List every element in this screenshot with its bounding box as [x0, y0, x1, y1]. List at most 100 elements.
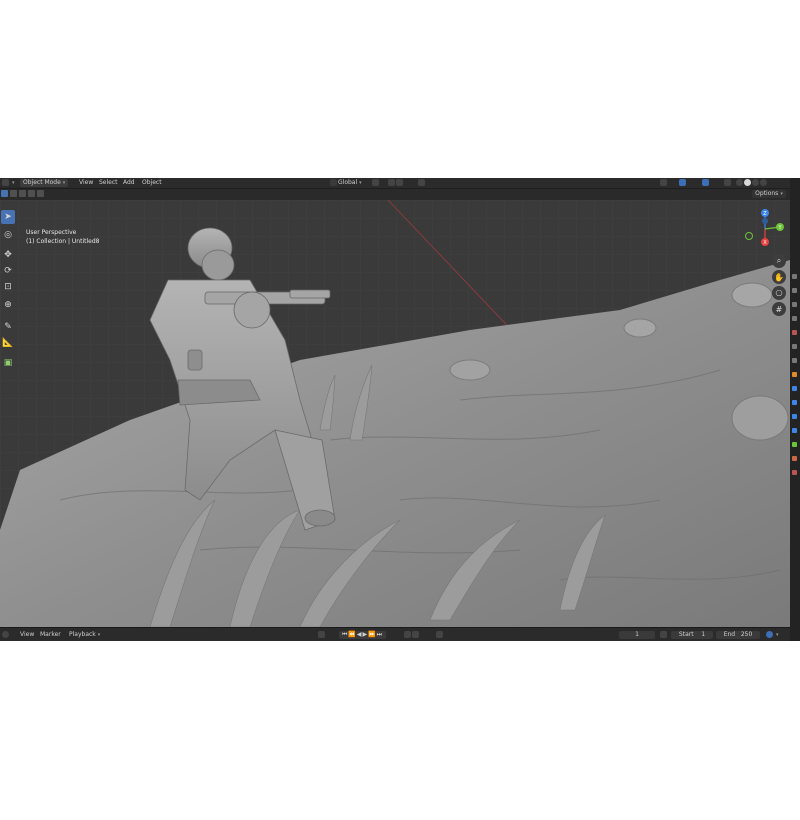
end-label: End	[723, 631, 736, 638]
tool-tab-icon[interactable]	[792, 274, 797, 279]
menu-object[interactable]: Object	[142, 179, 162, 187]
view-layer-tab-icon[interactable]	[792, 316, 797, 321]
mode-dropdown[interactable]: Object Mode ▾	[20, 179, 69, 187]
chevron-down-icon: ▾	[97, 632, 101, 638]
gizmo-z-label: Z	[763, 211, 767, 217]
pivot-icon	[372, 179, 379, 186]
world-tab-icon[interactable]	[792, 344, 797, 349]
select-subtract-icon[interactable]	[19, 190, 26, 197]
wireframe-icon[interactable]	[736, 179, 743, 186]
cube-icon	[2, 179, 9, 186]
transform-icon: ⊕	[4, 300, 12, 310]
proportional-edit-toggle[interactable]	[418, 179, 426, 187]
chevron-down-icon: ▾	[780, 191, 783, 197]
chevron-down-icon: ▾	[12, 180, 15, 186]
camera-view-button[interactable]: ⎔	[772, 286, 786, 300]
physics-tab-icon[interactable]	[792, 414, 797, 419]
next-keyframe-icon[interactable]: ⏩	[368, 631, 376, 638]
viewport-info: User Perspective (1) Collection | Untitl…	[26, 228, 99, 246]
render-tab-icon[interactable]	[792, 288, 797, 293]
overlay-icon	[702, 179, 709, 186]
blender-window: ▾ Object Mode ▾ View Select Add Object Gl…	[0, 178, 800, 641]
select-extend-icon[interactable]	[10, 190, 17, 197]
magnifier-icon: ⌕	[776, 256, 782, 265]
select-new-icon[interactable]	[1, 190, 8, 197]
keyframe-buttons[interactable]	[404, 631, 420, 639]
transform-orientation-dropdown[interactable]: Global ▾	[330, 179, 362, 187]
keying-set-button[interactable]	[436, 631, 444, 639]
modifier-tab-icon[interactable]	[792, 386, 797, 391]
data-tab-icon[interactable]	[792, 442, 797, 447]
3d-viewport[interactable]: User Perspective (1) Collection | Untitl…	[0, 200, 790, 627]
xray-toggle[interactable]	[724, 179, 732, 187]
timeline-overlay-toggle[interactable]: ▾	[766, 631, 779, 639]
shading-modes[interactable]	[736, 179, 768, 187]
scene-render	[0, 200, 790, 627]
visibility-button[interactable]	[660, 179, 668, 187]
chevron-down-icon: ▾	[62, 180, 66, 186]
snap-toggle[interactable]	[388, 179, 404, 187]
options-dropdown[interactable]: Options ▾	[752, 190, 786, 198]
auto-keying-toggle[interactable]	[318, 631, 326, 639]
start-value: 1	[701, 631, 706, 638]
annotate-tool[interactable]: ✎	[1, 320, 15, 334]
material-icon[interactable]	[752, 179, 759, 186]
menu-add[interactable]: Add	[123, 179, 135, 187]
object-tab-icon[interactable]	[792, 372, 797, 377]
move-icon: ✥	[4, 250, 12, 260]
current-frame-field[interactable]: 1	[619, 631, 655, 639]
rendered-icon[interactable]	[760, 179, 767, 186]
jump-end-icon[interactable]: ⏭	[377, 631, 383, 638]
gizmo-toggle[interactable]	[679, 179, 687, 187]
collection-tab-icon[interactable]	[792, 358, 797, 363]
cursor-tool[interactable]: ◎	[1, 228, 15, 242]
rock	[623, 318, 657, 338]
mode-label: Object Mode	[23, 179, 61, 186]
scale-tool[interactable]: ⊡	[1, 280, 15, 294]
transform-tool[interactable]: ⊕	[1, 298, 15, 312]
output-tab-icon[interactable]	[792, 302, 797, 307]
solid-icon[interactable]	[744, 179, 751, 186]
rock	[731, 282, 773, 308]
end-frame-field[interactable]: End 250	[716, 631, 760, 639]
menu-select[interactable]: Select	[99, 179, 118, 187]
measure-tool[interactable]: 📐	[1, 336, 15, 350]
overlay-toggle[interactable]	[702, 179, 710, 187]
rotate-tool[interactable]: ⟳	[1, 264, 15, 278]
texture-tab-icon[interactable]	[792, 470, 797, 475]
add-cube-tool[interactable]: ▣	[1, 356, 15, 370]
select-invert-icon[interactable]	[28, 190, 35, 197]
scene-tab-icon[interactable]	[792, 330, 797, 335]
start-frame-field[interactable]: Start 1	[671, 631, 713, 639]
timeline-menu-playback[interactable]: Playback ▾	[69, 631, 100, 639]
stopwatch-icon	[660, 631, 667, 638]
select-intersect-icon[interactable]	[37, 190, 44, 197]
editor-type-icon[interactable]: ▾	[2, 179, 15, 187]
axes-icon	[330, 179, 337, 186]
snap-target-icon	[396, 179, 403, 186]
prev-keyframe-icon[interactable]: ⏪	[348, 631, 356, 638]
pan-button[interactable]: ✋	[772, 270, 786, 284]
properties-tab-strip	[790, 178, 800, 641]
zoom-button[interactable]: ⌕	[772, 254, 786, 268]
constraints-tab-icon[interactable]	[792, 428, 797, 433]
timeline-menu-view[interactable]: View	[20, 631, 34, 639]
timeline-menu-marker[interactable]: Marker	[40, 631, 61, 639]
pivot-point-button[interactable]	[372, 179, 380, 187]
material-tab-icon[interactable]	[792, 456, 797, 461]
gizmo-neg-y-axis[interactable]	[745, 232, 753, 240]
key-icon	[436, 631, 443, 638]
playback-controls[interactable]: ⏮⏪◀▶⏩⏭	[339, 631, 387, 639]
particles-tab-icon[interactable]	[792, 400, 797, 405]
rock	[731, 395, 789, 441]
clock-icon-button[interactable]	[660, 631, 668, 639]
options-label: Options	[755, 190, 779, 197]
ortho-toggle-button[interactable]: #	[772, 302, 786, 316]
cursor-arrow-icon: ➤	[4, 212, 12, 222]
orientation-label: Global	[338, 179, 358, 186]
move-tool[interactable]: ✥	[1, 248, 15, 262]
navigation-gizmo[interactable]: Z Y X	[744, 208, 786, 250]
select-box-tool[interactable]: ➤	[1, 210, 15, 224]
menu-view[interactable]: View	[79, 179, 93, 187]
timeline-editor-type[interactable]	[2, 631, 10, 639]
